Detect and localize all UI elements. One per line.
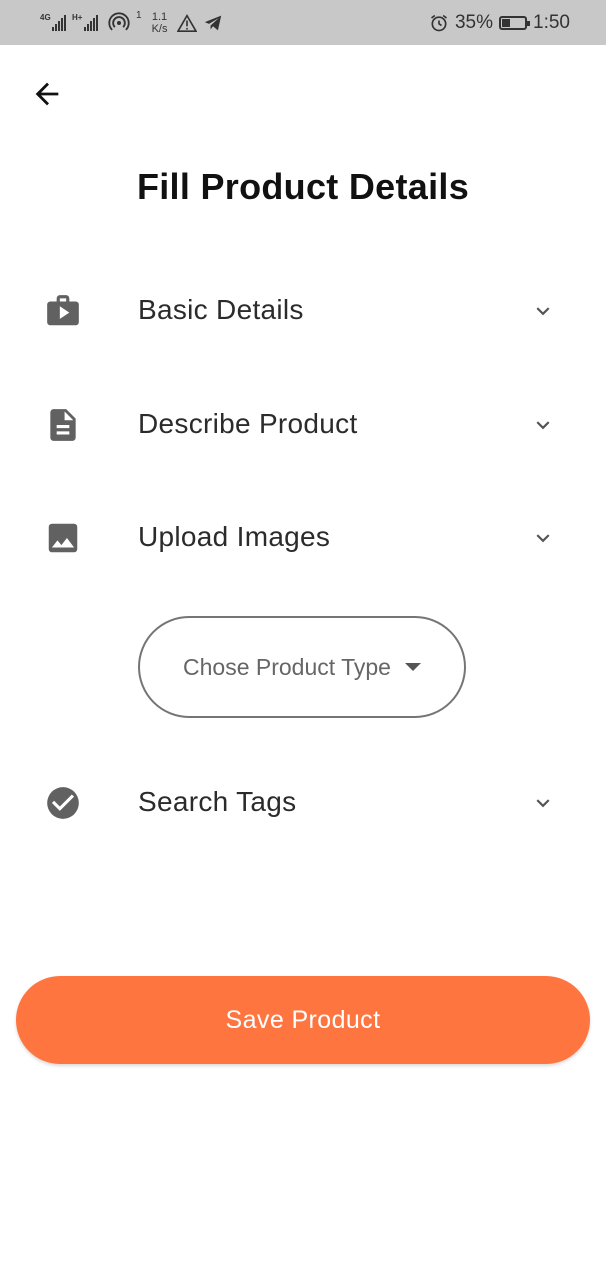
image-icon [48,523,78,553]
caret-down-icon [404,663,421,671]
status-bar: 4G H+ 1 1.1 K/s 35% 1:50 [0,0,606,45]
status-left: 4G H+ 1 1.1 K/s [40,8,223,38]
check-circle-icon [47,787,79,819]
network-type-2: H+ [72,13,83,22]
hotspot-icon [108,12,130,31]
briefcase-play-icon [47,295,79,326]
network-type-1: 4G [40,13,51,22]
section-search-tags[interactable]: Search Tags [0,768,606,838]
chevron-down-icon [536,307,550,316]
page-title: Fill Product Details [136,166,470,207]
section-describe-product[interactable]: Describe Product [0,390,606,460]
net-speed-unit: K/s [151,23,168,35]
signal-icon-2: H+ [72,13,98,31]
arrow-left-icon [35,82,59,106]
warning-icon [177,14,198,32]
net-speed: 1.1 K/s [152,11,168,35]
chevron-down-icon [536,534,550,543]
chevron-down-icon [536,421,550,430]
net-speed-value: 1.1 [151,11,168,23]
status-right: 35% 1:50 [429,8,570,38]
section-label: Basic Details [138,294,304,325]
alarm-icon [430,14,447,32]
signal-icon: 4G [40,13,66,31]
section-upload-images[interactable]: Upload Images [0,503,606,573]
save-product-button[interactable]: Save Product [16,976,590,1064]
battery-fill [502,19,511,27]
document-icon [50,409,76,441]
telegram-icon [205,15,222,31]
product-type-dropdown[interactable]: Chose Product Type [138,616,466,718]
chevron-down-icon [536,799,550,808]
section-label: Describe Product [138,408,358,439]
product-type-placeholder: Chose Product Type [183,653,391,680]
battery-icon [499,16,531,30]
section-basic-details[interactable]: Basic Details [0,276,606,346]
back-button[interactable] [30,77,64,111]
section-label: Upload Images [138,521,331,552]
battery-percent: 35% [454,12,494,33]
hotspot-count: 1 [136,9,142,21]
clock: 1:50 [533,12,570,33]
section-label: Search Tags [138,786,297,817]
